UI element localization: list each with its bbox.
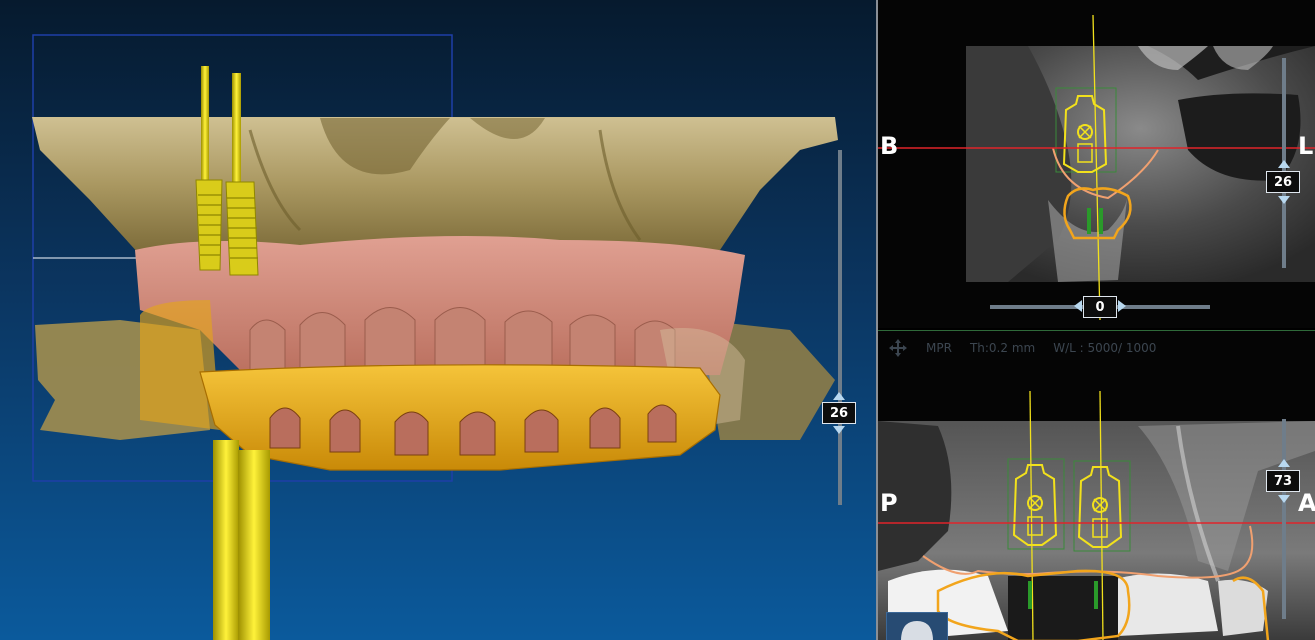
orientation-label-bottom: S xyxy=(1091,326,1108,328)
3d-model-render xyxy=(32,34,842,640)
orientation-label-left: P xyxy=(880,489,898,517)
sagittal-slice-value-box[interactable]: 73 xyxy=(1266,470,1300,492)
horizontal-right-arrow[interactable] xyxy=(1118,300,1126,312)
horizontal-left-arrow[interactable] xyxy=(1074,300,1082,312)
thumbnail-icon xyxy=(901,621,933,640)
sagittal-slice-up-arrow[interactable] xyxy=(1278,459,1290,467)
slice-value-box[interactable]: 26 xyxy=(1266,171,1300,193)
slice-thickness-label: Th:0.2 mm xyxy=(969,341,1036,355)
depth-up-arrow[interactable] xyxy=(833,392,845,400)
sagittal-slider-track xyxy=(1282,419,1286,619)
slice-up-arrow[interactable] xyxy=(1278,160,1290,168)
move-icon[interactable] xyxy=(888,338,908,358)
window-level-label: W/L : 5000/ 1000 xyxy=(1053,341,1157,355)
cross-section-image xyxy=(878,14,1315,321)
orientation-label-left: B xyxy=(880,132,899,160)
orientation-label-right: L xyxy=(1298,132,1314,160)
horizontal-value: 0 xyxy=(1095,299,1105,315)
depth-down-arrow[interactable] xyxy=(833,426,845,434)
maxilla-bone xyxy=(32,117,838,255)
cross-section-view[interactable]: B L S 26 0 xyxy=(878,0,1315,328)
mpr-toolbar: MPR Th:0.2 mm W/L : 5000/ 1000 xyxy=(878,331,1315,365)
horizontal-value-box[interactable]: 0 xyxy=(1083,296,1117,318)
orientation-label-right: A xyxy=(1298,489,1315,517)
3d-view-panel[interactable]: 26 xyxy=(0,0,876,640)
thumbnail-preview[interactable] xyxy=(886,612,948,640)
sagittal-image xyxy=(878,390,1315,640)
sagittal-view[interactable]: MPR Th:0.2 mm W/L : 5000/ 1000 P A 73 xyxy=(878,330,1315,640)
depth-value-box[interactable]: 26 xyxy=(822,402,856,424)
slice-down-arrow[interactable] xyxy=(1278,196,1290,204)
sagittal-slice-value: 73 xyxy=(1273,473,1293,489)
depth-slider-track xyxy=(838,150,842,505)
sagittal-slice-down-arrow[interactable] xyxy=(1278,495,1290,503)
mpr-mode-label: MPR xyxy=(926,341,952,355)
slice-value: 26 xyxy=(1273,174,1293,190)
depth-value: 26 xyxy=(829,405,849,421)
